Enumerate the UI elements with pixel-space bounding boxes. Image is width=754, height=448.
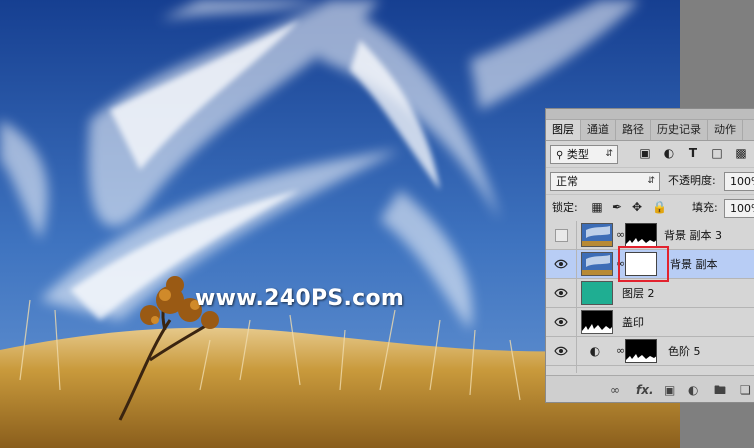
panel-tabs: 图层 通道 路径 历史记录 动作 (546, 120, 754, 141)
layer-thumbnail (581, 252, 613, 276)
fill-label: 填充: (692, 201, 718, 214)
blend-mode-value: 正常 (556, 175, 578, 188)
filter-row: ⚲ 类型 ⇵ ▣ ◐ T □ ▩ (546, 141, 754, 168)
tab-layers[interactable]: 图层 (546, 120, 581, 140)
opacity-label: 不透明度: (668, 174, 716, 187)
eye-icon (554, 317, 568, 327)
opacity-input[interactable]: 100% (724, 172, 754, 191)
tab-paths[interactable]: 路径 (616, 120, 651, 140)
adjustment-filter-icon[interactable]: ◐ (662, 146, 676, 160)
lock-all-icon[interactable]: 🔒 (652, 200, 667, 214)
shape-filter-icon[interactable]: □ (710, 146, 724, 160)
hidden-checkbox-icon (555, 229, 568, 242)
pixel-filter-icon[interactable]: ▣ (638, 146, 652, 160)
lock-row: 锁定: ▦ ✒ ✥ 🔒 填充: 100% (546, 195, 754, 222)
layer-name[interactable]: 盖印 (622, 308, 644, 337)
layer-name[interactable]: 背景 副本 3 (664, 221, 722, 250)
layer-row[interactable]: ◐ ∞ 色阶 5 (546, 337, 754, 366)
fx-icon[interactable]: fx. (636, 383, 654, 397)
tab-actions[interactable]: 动作 (708, 120, 743, 140)
eye-icon (554, 259, 568, 269)
visibility-toggle[interactable] (546, 221, 577, 249)
layer-mask-thumbnail[interactable] (625, 339, 657, 363)
visibility-toggle[interactable] (546, 366, 577, 373)
eye-icon (554, 346, 568, 356)
new-layer-icon[interactable]: ❏ (740, 383, 751, 397)
layer-name[interactable]: 背景 副本 (670, 250, 718, 279)
eye-icon (554, 288, 568, 298)
watermark-text: www.240PS.com (195, 286, 405, 311)
layer-row-partial[interactable] (546, 366, 754, 373)
layers-list: ∞ 背景 副本 3 ∞ 背景 副本 图层 2 盖印 ◐ ∞ 色阶 5 (546, 221, 754, 373)
mask-icon[interactable]: ▣ (664, 383, 675, 397)
layer-row[interactable]: 盖印 (546, 308, 754, 337)
adjustment-layer-icon: ◐ (589, 344, 601, 358)
lock-label: 锁定: (552, 201, 578, 214)
filter-kind-value: 类型 (566, 148, 589, 161)
chevron-updown-icon: ⇵ (647, 176, 655, 186)
visibility-toggle[interactable] (546, 337, 577, 365)
visibility-toggle[interactable] (546, 250, 577, 278)
layer-mask-thumbnail[interactable] (625, 223, 657, 247)
lock-move-icon[interactable]: ✥ (630, 200, 644, 214)
fill-input[interactable]: 100% (724, 199, 754, 218)
chain-link-icon[interactable]: ∞ (616, 344, 625, 357)
link-icon[interactable]: ∞ (610, 383, 620, 397)
blend-row: 正常 ⇵ 不透明度: 100% (546, 168, 754, 195)
tab-history[interactable]: 历史记录 (651, 120, 708, 140)
panel-bottom-bar: ∞ fx. ▣ ◐ 🖿 ❏ (546, 375, 754, 402)
layer-row[interactable]: 图层 2 (546, 279, 754, 308)
chevron-updown-icon: ⇵ (605, 149, 613, 159)
smart-object-filter-icon[interactable]: ▩ (734, 146, 748, 160)
tab-channels[interactable]: 通道 (581, 120, 616, 140)
visibility-toggle[interactable] (546, 308, 577, 336)
filter-kind-select[interactable]: ⚲ 类型 ⇵ (550, 145, 618, 164)
type-filter-icon[interactable]: T (686, 146, 700, 160)
layer-thumbnail (581, 223, 613, 247)
folder-icon[interactable]: 🖿 (714, 383, 726, 397)
layer-name[interactable]: 色阶 5 (668, 337, 701, 366)
layer-name[interactable]: 图层 2 (622, 279, 655, 308)
search-icon: ⚲ (556, 150, 564, 161)
mask-highlight-box (618, 246, 669, 282)
panel-header-strip[interactable] (546, 109, 754, 120)
lock-brush-icon[interactable]: ✒ (610, 200, 624, 214)
layer-thumbnail (581, 310, 613, 334)
adjustment-icon[interactable]: ◐ (688, 383, 698, 397)
layer-thumbnail (581, 281, 613, 305)
visibility-toggle[interactable] (546, 279, 577, 307)
chain-link-icon[interactable]: ∞ (616, 228, 625, 241)
blend-mode-select[interactable]: 正常 ⇵ (550, 172, 660, 191)
lock-transparent-icon[interactable]: ▦ (590, 200, 604, 214)
